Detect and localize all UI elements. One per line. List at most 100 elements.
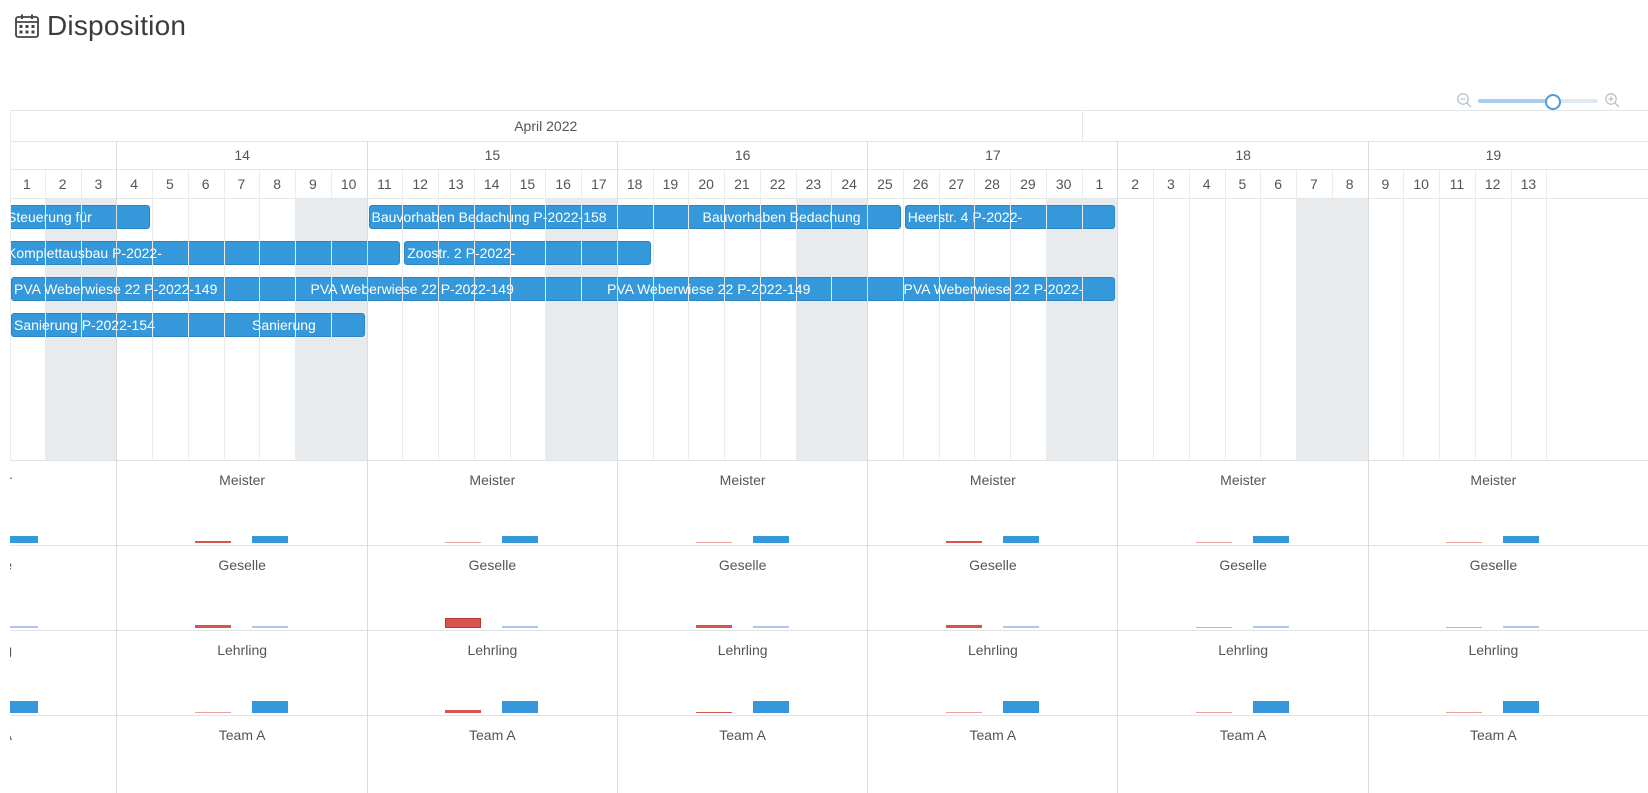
week-label: 14 [234,147,250,163]
resource-label: Geselle [1219,557,1267,573]
day-label: 5 [1238,176,1247,192]
resource-label-partial: ng [10,641,12,659]
day-column[interactable] [474,199,510,460]
event-bauvorhaben-bedachung[interactable]: Bauvorhaben Bedachung P-2022-158 Bauvorha… [368,205,901,229]
day-column[interactable] [510,199,546,460]
day-column[interactable] [1403,199,1439,460]
day-column[interactable] [617,199,653,460]
capacity-bar [1253,701,1289,713]
day-column[interactable] [1368,199,1404,460]
day-column[interactable] [903,199,939,460]
demand-bar [1446,541,1483,543]
event-pva-weberwiese[interactable]: PVA Weberwiese 22 P-2022-149 PVA Weberwie… [11,277,1116,301]
day-label: 24 [841,176,857,192]
day-label: 22 [769,176,786,192]
day-column[interactable] [1225,199,1261,460]
grid-line [44,170,46,460]
grid-line [1367,141,1369,793]
demand-bar [1196,541,1232,543]
demand-bar [945,711,982,713]
grid-line [1546,170,1548,460]
grid-line [187,170,189,460]
grid-line [1331,170,1333,460]
day-column[interactable] [867,199,903,460]
grid-line [938,170,940,460]
resource-label-partial: A [10,726,12,744]
grid-line [1045,170,1047,460]
weekend-column[interactable] [1331,199,1368,460]
resource-label: Team A [1470,727,1517,743]
day-column[interactable] [1260,199,1296,460]
day-column[interactable] [688,199,724,460]
resource-label: Lehrling [1218,642,1269,658]
zoom-slider[interactable] [1478,94,1598,110]
grid-line [1117,141,1119,793]
resource-label: Meister [719,472,766,488]
demand-bar [695,624,732,628]
weekend-column[interactable] [831,199,867,460]
weekend-column[interactable] [581,199,617,460]
event-label: PVA Weberwiese 22 P-2022-149 [607,281,811,297]
day-column[interactable] [1010,199,1046,460]
zoom-out-icon[interactable] [1456,92,1472,108]
grid-line [902,170,904,460]
resource-label-partial: er [10,471,12,489]
week-label: 17 [985,147,1001,163]
capacity-bar [252,701,288,713]
grid-line [1081,170,1083,460]
demand-bar [695,541,732,543]
grid-line [116,141,118,793]
zoom-slider-fill [1478,99,1553,103]
day-label: 14 [483,176,500,192]
weekend-column[interactable] [1296,199,1332,460]
event-label: Heerstr. 4 P-2022- [907,209,1023,225]
page-header: Disposition [14,8,186,44]
demand-bar [1196,711,1232,713]
day-column[interactable] [1117,199,1153,460]
grid-line [10,110,11,460]
grid-line [1296,170,1297,460]
resource-label: Team A [218,727,266,743]
day-column[interactable] [1475,199,1511,460]
weekend-column[interactable] [1045,199,1082,460]
weekend-column[interactable] [545,199,581,460]
capacity-bar [752,626,789,628]
event-label: Zoostr. 2 P-2022- [407,245,516,261]
resource-label: Lehrling [1468,642,1519,658]
day-column[interactable] [402,199,438,460]
zoom-slider-handle[interactable] [1545,94,1562,110]
day-label: 12 [412,176,428,192]
day-column[interactable] [974,199,1010,460]
demand-bar [195,624,231,628]
resource-label: Meister [1220,472,1267,488]
zoom-in-icon[interactable] [1604,92,1620,108]
grid-line [402,170,404,460]
day-column[interactable] [1189,199,1225,460]
resource-row: er Meister Meister Meister Meister Meister Mei… [10,460,1648,545]
capacity-bar [1002,536,1039,543]
day-column[interactable] [367,199,403,460]
grid-line [1510,170,1512,460]
day-column[interactable] [653,199,689,460]
day-label: 16 [555,176,571,192]
day-label: 12 [1484,176,1501,192]
grid-line [974,170,976,460]
capacity-bar [10,626,38,628]
day-column[interactable] [939,199,975,460]
day-column[interactable] [438,199,474,460]
resource-label: Geselle [1469,557,1518,573]
day-column[interactable] [1511,199,1547,460]
day-column[interactable] [760,199,796,460]
day-label: 11 [1449,176,1465,192]
day-column[interactable] [1439,199,1475,460]
weekend-column[interactable] [795,199,832,460]
day-column[interactable] [1153,199,1189,460]
resource-label: Lehrling [217,642,268,658]
capacity-bar [502,626,539,628]
event-zoostr-2[interactable]: Zoostr. 2 P-2022- [404,241,651,265]
event-komplettausbau[interactable]: Komplettausbau P-2022- [10,241,401,265]
day-column[interactable] [724,199,760,460]
capacity-bar [252,626,288,628]
weekend-column[interactable] [1081,199,1118,460]
day-label: 30 [1055,176,1072,192]
